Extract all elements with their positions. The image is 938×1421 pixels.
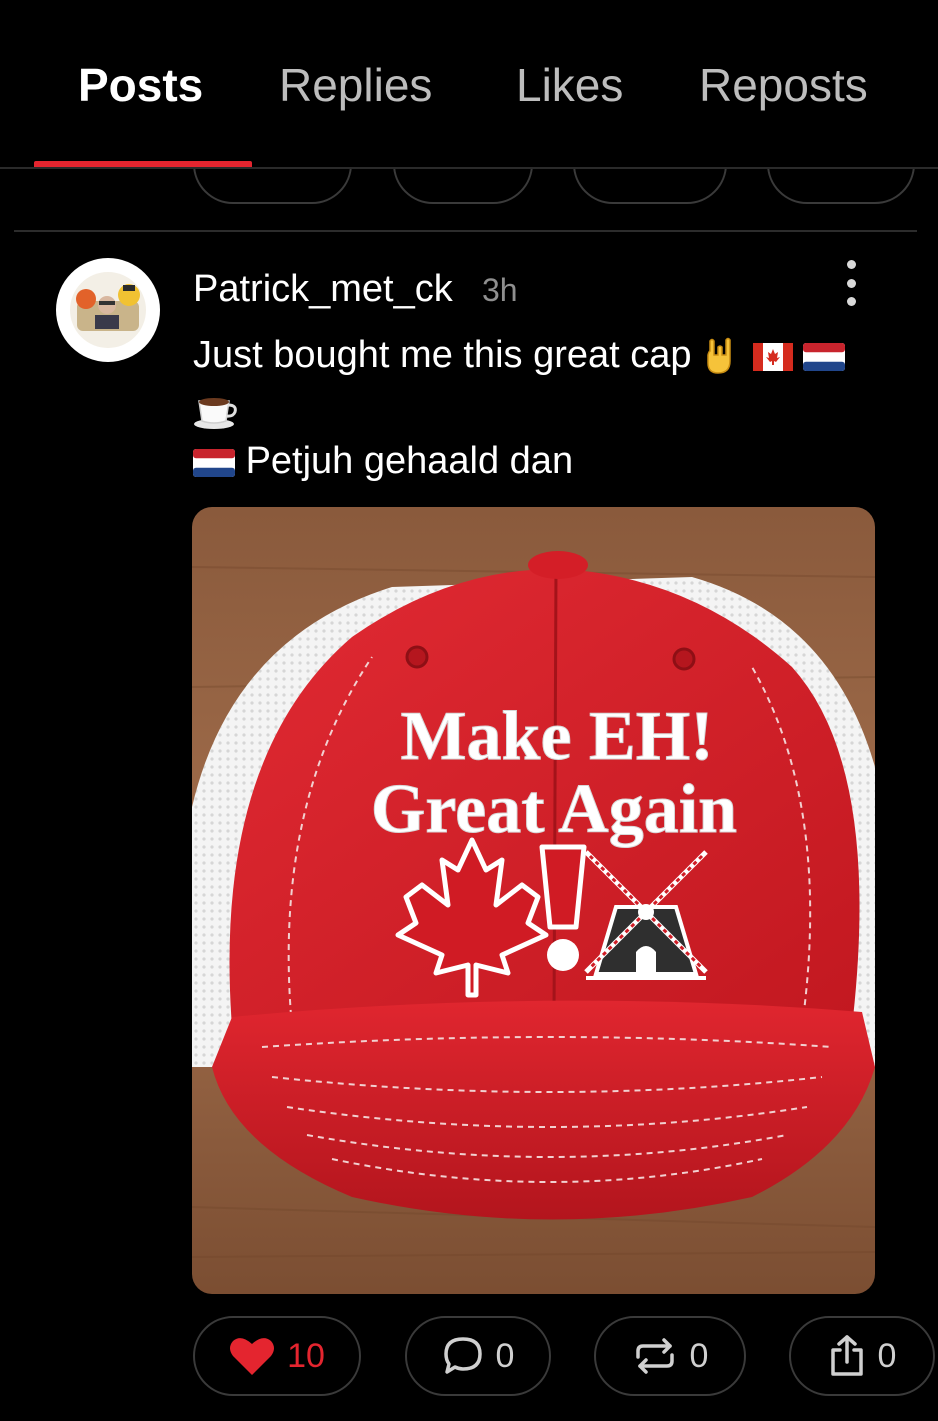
cap-text-line-2: Great Again: [371, 771, 737, 848]
tab-reposts[interactable]: Reposts: [699, 58, 868, 112]
comment-icon: [443, 1337, 482, 1374]
cap-text-line-1: Make EH!: [400, 698, 713, 775]
reply-count: 0: [495, 1336, 515, 1375]
post-text-line-2: [193, 388, 239, 431]
tab-posts[interactable]: Posts: [78, 58, 203, 112]
post-username[interactable]: Patrick_met_ck: [193, 268, 453, 311]
post-image[interactable]: Make EH! Great Again: [192, 507, 875, 1294]
exclamation-emblem: [539, 844, 587, 971]
post-text-dutch: Petjuh gehaald dan: [245, 440, 574, 482]
like-count: 10: [287, 1336, 325, 1375]
post-text: Just bought me this great cap: [193, 334, 692, 376]
flag-netherlands-emoji: [193, 448, 235, 477]
tab-likes[interactable]: Likes: [516, 58, 623, 112]
like-button[interactable]: 10: [193, 1316, 361, 1396]
post-timestamp: 3h: [482, 272, 518, 308]
repost-button[interactable]: 0: [594, 1316, 746, 1396]
hot-beverage-emoji: [194, 397, 237, 429]
cap-image: Make EH! Great Again: [192, 507, 875, 1294]
profile-tabs: Posts Replies Likes Reposts: [0, 0, 938, 169]
share-icon: [830, 1335, 863, 1376]
sign-of-the-horns-emoji: [707, 337, 731, 374]
repost-count: 0: [689, 1336, 709, 1375]
post-text-line-3: Petjuh gehaald dan: [193, 440, 573, 483]
share-button[interactable]: 0: [789, 1316, 935, 1396]
repost-icon: [635, 1338, 674, 1374]
avatar-image: [70, 272, 146, 348]
share-count: 0: [877, 1336, 897, 1375]
avatar[interactable]: [56, 258, 160, 362]
post-text-line-1: Just bought me this great cap: [193, 334, 846, 377]
more-options-icon[interactable]: [836, 260, 866, 306]
heart-icon: [230, 1338, 275, 1375]
tabs-divider: [0, 167, 938, 169]
reply-button[interactable]: 0: [405, 1316, 551, 1396]
flag-netherlands-emoji: [803, 342, 846, 371]
flag-canada-emoji: [752, 342, 793, 371]
post-divider: [14, 230, 917, 232]
tab-replies[interactable]: Replies: [279, 58, 432, 112]
